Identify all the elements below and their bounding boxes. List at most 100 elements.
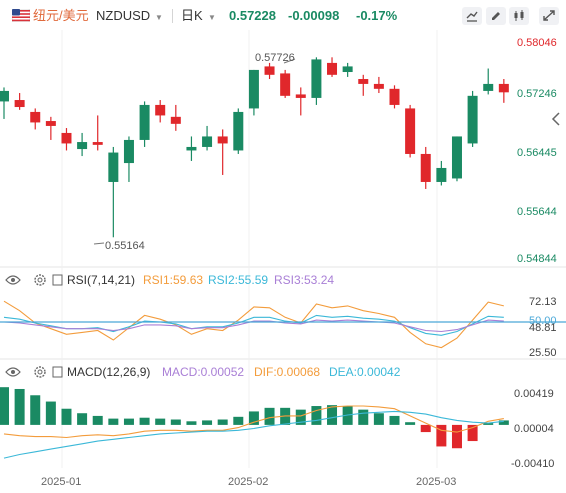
- candle-body: [373, 83, 384, 89]
- price-tick-label: 0.58046: [517, 37, 557, 49]
- macd-histogram-bar: [170, 419, 181, 425]
- macd-histogram-bar: [0, 387, 9, 425]
- rsi-tick-label: 25.50: [529, 347, 557, 359]
- candle-body: [217, 136, 228, 144]
- rsi-tick-label: 48.81: [529, 322, 557, 334]
- macd-menu-button[interactable]: [52, 366, 63, 378]
- candle-body: [389, 88, 400, 105]
- candle-body: [202, 136, 213, 147]
- rsi3-value: RSI3:53.24: [274, 273, 334, 287]
- macd-title: MACD(12,26,9): [67, 365, 150, 379]
- candle-body: [155, 104, 166, 116]
- candles-group: [0, 57, 509, 238]
- macd-visibility-button[interactable]: [5, 367, 21, 377]
- rsi-title: RSI(7,14,21): [67, 273, 135, 287]
- macd-histogram-bar: [420, 424, 431, 433]
- x-axis-label: 2025-02: [228, 476, 268, 488]
- chevron-left-icon: [551, 112, 560, 126]
- candle-body: [342, 66, 353, 73]
- x-axis-label: 2025-01: [41, 476, 81, 488]
- gear-icon: [34, 274, 46, 286]
- macd-histogram-bar: [373, 413, 384, 425]
- macd-settings-button[interactable]: [34, 366, 46, 378]
- candle-body: [311, 59, 322, 98]
- rsi-menu-button[interactable]: [52, 274, 63, 286]
- candle-body: [295, 94, 306, 98]
- dif-value: DIF:0.00068: [254, 365, 320, 379]
- macd-histogram-bar: [155, 418, 166, 425]
- candle-body: [14, 100, 25, 108]
- dea-value: DEA:0.00042: [329, 365, 401, 379]
- macd-histogram-bar: [498, 420, 509, 425]
- candle-body: [420, 153, 431, 182]
- macd-histogram-bar: [45, 401, 56, 425]
- macd-tick-label: 0.00004: [514, 423, 554, 435]
- candle-body: [327, 62, 338, 75]
- candle-body: [30, 111, 41, 123]
- candle-body: [92, 142, 103, 145]
- macd-histogram-bar: [389, 415, 400, 425]
- candle-body: [436, 167, 447, 182]
- candle-body: [123, 139, 134, 164]
- low-annotation: 0.55164: [105, 240, 145, 252]
- menu-icon: [52, 274, 63, 286]
- macd-histogram-bar: [61, 408, 72, 425]
- price-tick-label: 0.56445: [517, 147, 557, 159]
- rsi-lines-group: [3, 300, 504, 349]
- macd-histogram-bar: [108, 418, 119, 425]
- low-annotation-leader: [93, 242, 105, 245]
- candle-body: [451, 136, 462, 179]
- candle-body: [483, 83, 494, 91]
- candle-body: [108, 152, 119, 182]
- macd-histogram-bar: [123, 418, 134, 425]
- macd-value: MACD:0.00052: [162, 365, 244, 379]
- rsi-series-line-rsi1: [3, 300, 504, 349]
- price-tick-label: 0.57246: [517, 88, 557, 100]
- high-annotation: 0.57726: [255, 52, 295, 64]
- candle-body: [233, 111, 244, 151]
- candle-body: [358, 79, 369, 84]
- rsi2-value: RSI2:55.59: [208, 273, 268, 287]
- macd-histogram-bar: [202, 420, 213, 425]
- price-tick-label: 0.54844: [517, 253, 557, 265]
- candle-body: [61, 132, 72, 144]
- macd-histogram-bar: [139, 417, 150, 425]
- macd-histogram-bar: [451, 424, 462, 449]
- rsi-visibility-button[interactable]: [5, 275, 21, 285]
- candle-body: [45, 121, 56, 126]
- rsi-tick-label: 72.13: [529, 296, 557, 308]
- macd-histogram-bar: [405, 422, 416, 425]
- candle-body: [77, 142, 88, 150]
- candle-body: [467, 95, 478, 144]
- macd-histogram-bar: [233, 416, 244, 425]
- menu-icon: [52, 366, 63, 378]
- gear-icon: [34, 366, 46, 378]
- candle-body: [139, 104, 150, 140]
- candle-body: [264, 66, 275, 75]
- macd-histogram-bar: [358, 409, 369, 425]
- candle-body: [248, 69, 259, 109]
- rsi-settings-button[interactable]: [34, 274, 46, 286]
- candle-body: [498, 83, 509, 93]
- macd-tick-label: 0.00419: [514, 388, 554, 400]
- macd-histogram-bar: [264, 407, 275, 425]
- x-axis-label: 2025-03: [416, 476, 456, 488]
- macd-histogram-bar: [186, 421, 197, 425]
- chart-canvas: 0.58046 0.57246 0.56445 0.55644 0.54844 …: [0, 30, 566, 488]
- rsi1-value: RSI1:59.63: [143, 273, 203, 287]
- macd-tick-label: -0.00410: [511, 458, 554, 470]
- candle-body: [405, 108, 416, 154]
- macd-histogram-bar: [311, 406, 322, 425]
- side-panel-toggle[interactable]: [549, 108, 563, 130]
- candle-body: [280, 73, 291, 96]
- macd-group: [0, 387, 509, 459]
- candle-body: [186, 146, 197, 151]
- macd-histogram-bar: [14, 388, 25, 425]
- macd-histogram-bar: [77, 413, 88, 425]
- candle-body: [170, 116, 181, 124]
- macd-histogram-bar: [92, 415, 103, 425]
- macd-histogram-bar: [217, 419, 228, 425]
- candle-body: [0, 90, 9, 102]
- macd-histogram-bar: [30, 395, 41, 425]
- price-tick-label: 0.55644: [517, 206, 557, 218]
